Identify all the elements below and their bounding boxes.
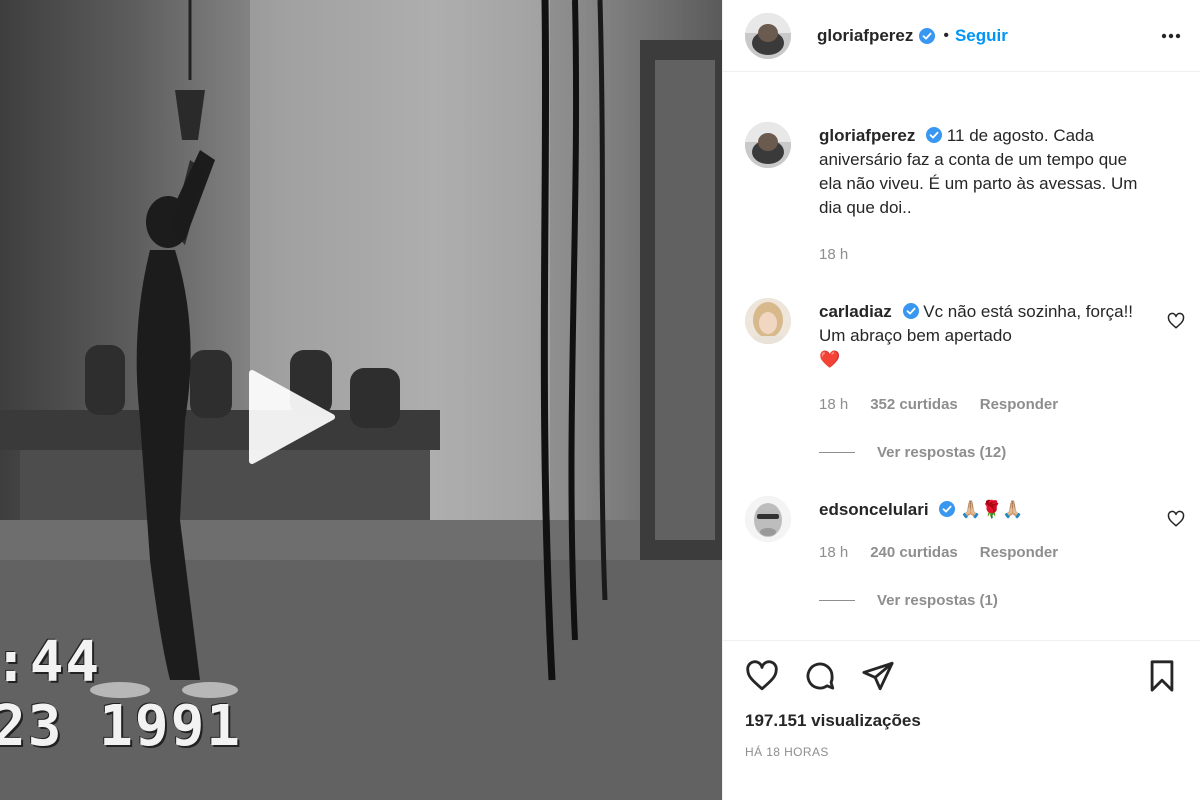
caption-username[interactable]: gloriafperez bbox=[819, 126, 915, 145]
more-options-button[interactable] bbox=[1159, 24, 1183, 48]
play-button[interactable] bbox=[238, 365, 342, 469]
post-sidebar: gloriafperez • Seguir gloriafperez 11 de… bbox=[722, 0, 1200, 800]
comment-meta: 18 h 352 curtidas Responder bbox=[819, 396, 1080, 413]
comment-emoji: 🙏🏼🌹🙏🏼 bbox=[960, 500, 1024, 519]
post-header: gloriafperez • Seguir bbox=[723, 0, 1200, 72]
reply-button[interactable]: Responder bbox=[980, 544, 1058, 561]
comment-emoji: ❤️ bbox=[819, 350, 841, 369]
view-count[interactable]: 197.151 visualizações bbox=[745, 711, 921, 731]
like-comment-heart-icon[interactable] bbox=[1167, 312, 1185, 330]
post-caption: gloriafperez 11 de agosto. Cada aniversá… bbox=[745, 122, 1185, 272]
more-horizontal-icon bbox=[1161, 33, 1181, 39]
play-icon bbox=[249, 370, 335, 464]
save-bookmark-icon[interactable] bbox=[1145, 659, 1179, 693]
like-comment-heart-icon[interactable] bbox=[1167, 510, 1185, 528]
video-timestamp-date: 23 1991 bbox=[0, 694, 243, 759]
comments-section[interactable]: gloriafperez 11 de agosto. Cada aniversá… bbox=[723, 72, 1200, 640]
comment-time[interactable]: 18 h bbox=[819, 544, 848, 561]
caption-meta: 18 h bbox=[819, 246, 870, 263]
reply-button[interactable]: Responder bbox=[980, 396, 1058, 413]
comment-body: carladiaz Vc não está sozinha, força!! U… bbox=[819, 300, 1144, 372]
author-username[interactable]: gloriafperez bbox=[817, 26, 913, 46]
view-replies-button[interactable]: Ver respostas (12) bbox=[819, 444, 1006, 461]
video-frame bbox=[0, 0, 722, 800]
view-replies-button[interactable]: Ver respostas (1) bbox=[819, 592, 998, 609]
like-heart-icon[interactable] bbox=[745, 659, 779, 693]
verified-badge-icon bbox=[926, 127, 943, 143]
comment-meta: 18 h 240 curtidas Responder bbox=[819, 544, 1080, 561]
follow-button[interactable]: Seguir bbox=[955, 26, 1008, 46]
view-replies-line bbox=[819, 452, 855, 453]
video-player[interactable]: :44 23 1991 bbox=[0, 0, 722, 800]
separator-dot: • bbox=[943, 26, 949, 44]
comment-body: edsoncelulari 🙏🏼🌹🙏🏼 bbox=[819, 498, 1144, 522]
commenter-avatar[interactable] bbox=[745, 298, 791, 344]
verified-badge-icon bbox=[939, 501, 956, 517]
comment-likes[interactable]: 240 curtidas bbox=[870, 544, 958, 561]
caption-avatar[interactable] bbox=[745, 122, 791, 168]
caption-time[interactable]: 18 h bbox=[819, 246, 848, 263]
view-replies-label: Ver respostas (12) bbox=[877, 444, 1007, 461]
commenter-avatar[interactable] bbox=[745, 496, 791, 542]
post-actions: 197.151 visualizações HÁ 18 HORAS bbox=[723, 640, 1200, 800]
caption-body: gloriafperez 11 de agosto. Cada aniversá… bbox=[819, 124, 1144, 220]
comment-item: edsoncelulari 🙏🏼🌹🙏🏼 18 h 240 curtidas Re… bbox=[745, 496, 1185, 616]
view-replies-label: Ver respostas (1) bbox=[877, 592, 998, 609]
comment-username[interactable]: edsoncelulari bbox=[819, 500, 929, 519]
verified-badge-icon bbox=[919, 27, 936, 44]
comment-item: carladiaz Vc não está sozinha, força!! U… bbox=[745, 298, 1185, 468]
comment-likes[interactable]: 352 curtidas bbox=[870, 396, 958, 413]
comment-bubble-icon[interactable] bbox=[803, 659, 837, 693]
verified-badge-icon bbox=[902, 303, 919, 319]
share-send-icon[interactable] bbox=[861, 659, 895, 693]
comment-username[interactable]: carladiaz bbox=[819, 302, 892, 321]
comment-time[interactable]: 18 h bbox=[819, 396, 848, 413]
post-timestamp[interactable]: HÁ 18 HORAS bbox=[745, 745, 829, 759]
author-avatar[interactable] bbox=[745, 12, 791, 59]
view-replies-line bbox=[819, 600, 855, 601]
video-timestamp-time: :44 bbox=[0, 630, 102, 695]
